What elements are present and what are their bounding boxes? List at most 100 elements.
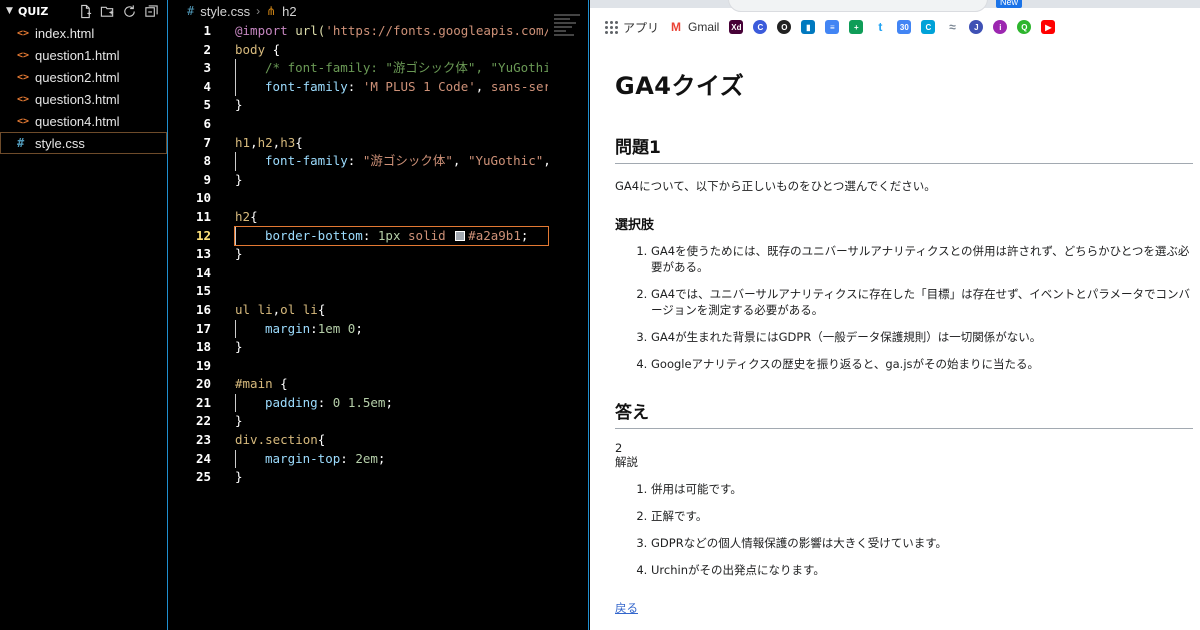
folder-title[interactable]: QUIZ: [18, 5, 77, 18]
html-file-icon: <>: [17, 27, 30, 39]
code-line[interactable]: 24 margin-top: 2em;: [169, 449, 588, 469]
bookmarks-bar: アプリ M Gmail Xd C O ▮ ≡ + t 30 C ≈ Ji Q ▶: [590, 14, 1200, 40]
code-line[interactable]: 11 h2{: [169, 208, 588, 227]
code-line[interactable]: 18}: [169, 338, 588, 357]
question-heading: 問題1: [615, 133, 1193, 164]
breadcrumb-symbol[interactable]: h2: [282, 4, 296, 19]
bookmark-item[interactable]: C: [753, 20, 768, 34]
file-item[interactable]: <> question4.html: [0, 110, 167, 132]
breadcrumb-file[interactable]: style.css: [200, 4, 250, 19]
code-line[interactable]: 7 h1,h2,h3{: [169, 134, 588, 153]
code-line[interactable]: 22}: [169, 412, 588, 431]
code-text: border-bottom: 1px solid #a2a9b1;: [234, 225, 549, 247]
bookmark-item[interactable]: アプリ: [604, 19, 659, 36]
code-text: }: [235, 468, 548, 487]
choice-item: GA4を使うためには、既存のユニバーサルアナリティクスとの併用は許されず、どちら…: [651, 243, 1193, 275]
bookmark-item[interactable]: M Gmail: [669, 20, 719, 34]
apps-grid-icon: [604, 20, 618, 34]
docs-icon: ≡: [825, 20, 840, 34]
indent-guide: [235, 152, 265, 171]
bookmark-item[interactable]: C: [921, 20, 936, 34]
code-line[interactable]: 14: [169, 264, 588, 283]
bookmark-item[interactable]: t: [873, 20, 887, 34]
html-file-icon: <>: [17, 71, 30, 83]
code-token: , sans-serif;: [543, 153, 548, 168]
code-line[interactable]: 15: [169, 282, 588, 301]
bookmark-item[interactable]: J: [969, 20, 984, 34]
bookmark-item[interactable]: ▮: [801, 20, 816, 34]
code-line[interactable]: 5}: [169, 96, 588, 115]
code-line[interactable]: 19: [169, 357, 588, 376]
code-token: 'M PLUS 1 Code': [362, 78, 476, 94]
collapse-all-icon[interactable]: [143, 3, 159, 19]
explanations-list: 併用は可能です。正解です。 GDPRなどの個人情報保護の影響は大きく受けています。…: [615, 481, 1193, 578]
file-item[interactable]: <> question2.html: [0, 66, 167, 88]
file-name: question4.html: [35, 113, 120, 129]
bookmark-item[interactable]: ≈: [945, 20, 959, 34]
chevron-down-icon[interactable]: ▼: [6, 6, 18, 16]
html-file-icon: <>: [17, 49, 30, 61]
code-text: }: [235, 96, 548, 115]
choice-item: Googleアナリティクスの歴史を振り返ると、ga.jsがその始まりに当たる。: [651, 356, 1193, 372]
file-item[interactable]: <> question1.html: [0, 44, 167, 66]
bookmark-item[interactable]: O: [777, 20, 792, 34]
bookmark-item[interactable]: i: [993, 20, 1008, 34]
address-bar[interactable]: [728, 0, 988, 12]
new-file-icon[interactable]: [77, 3, 93, 19]
code-token: #a2a9b1: [468, 227, 521, 243]
code-line[interactable]: 12 border-bottom: 1px solid #a2a9b1;: [169, 225, 588, 247]
code-line[interactable]: 17 margin:1em 0;: [169, 319, 588, 339]
chevron-right-icon: ›: [256, 4, 261, 18]
code-line[interactable]: 4 font-family: 'M PLUS 1 Code', sans-seri…: [169, 77, 588, 97]
code-line[interactable]: 23 div.section{: [169, 431, 588, 450]
code-token: :: [347, 78, 363, 94]
explanation-item: GDPRなどの個人情報保護の影響は大きく受けています。: [651, 535, 1193, 551]
file-item[interactable]: # style.css: [0, 132, 167, 154]
code-line[interactable]: 1 @import url('https://fonts.googleapis.c…: [169, 22, 588, 41]
code-text: /* font-family: "游ゴシック体", "YuGothic", sa…: [235, 59, 548, 78]
code-token: ;: [355, 320, 363, 336]
bookmark-item[interactable]: ≡: [825, 20, 840, 34]
code-line[interactable]: 10: [169, 189, 588, 208]
color-swatch[interactable]: [455, 230, 466, 241]
choice-item: GA4が生まれた背景にはGDPR（一般データ保護規則）は一切関係がない。: [651, 329, 1193, 345]
line-number: 10: [195, 190, 211, 206]
code-token: {: [250, 208, 258, 224]
bookmark-item[interactable]: Q: [1017, 20, 1032, 34]
bookmark-item[interactable]: ▶: [1041, 20, 1056, 34]
code-line[interactable]: 9}: [169, 171, 588, 190]
answer-heading: 答え: [615, 398, 1193, 429]
code-line[interactable]: 8 font-family: "游ゴシック体", "YuGothic", sans…: [169, 152, 588, 171]
code-line[interactable]: 25}: [169, 468, 588, 487]
code-text: h1,h2,h3{: [235, 134, 548, 153]
line-number: 18: [195, 339, 211, 355]
code-line[interactable]: 21 padding: 0 1.5em;: [169, 393, 588, 413]
bookmark-item[interactable]: +: [849, 20, 864, 34]
code-token: "YuGothic": [467, 153, 544, 169]
explanation-label: 解説: [615, 455, 638, 469]
code-line[interactable]: 6: [169, 115, 588, 134]
code-line[interactable]: 2 body {: [169, 41, 588, 60]
explanation-item: 正解です。: [651, 508, 1193, 524]
explorer-toolbar: [77, 3, 167, 19]
new-folder-icon[interactable]: [99, 3, 115, 19]
youtube-icon: ▶: [1041, 20, 1056, 34]
file-item[interactable]: <> question3.html: [0, 88, 167, 110]
css-file-icon: #: [187, 4, 195, 18]
line-number: 20: [195, 376, 211, 392]
line-number: 7: [203, 134, 211, 150]
indent-guide: [235, 319, 265, 339]
bookmark-item[interactable]: 30: [897, 20, 912, 34]
code-line[interactable]: 13}: [169, 245, 588, 264]
code-area[interactable]: 1 @import url('https://fonts.googleapis.c…: [169, 22, 588, 487]
calendar-icon: 30: [897, 20, 912, 34]
bookmark-item[interactable]: Xd: [729, 20, 744, 34]
code-line[interactable]: 3 /* font-family: "游ゴシック体", "YuGothic", s…: [169, 59, 588, 78]
indent-guide: [235, 226, 265, 246]
back-link[interactable]: 戻る: [615, 600, 638, 616]
code-line[interactable]: 16 ul li,ol li{: [169, 301, 588, 320]
code-line[interactable]: 20 #main {: [169, 375, 588, 394]
file-item[interactable]: <> index.html: [0, 22, 167, 44]
code-token: h1: [235, 134, 251, 150]
refresh-icon[interactable]: [121, 3, 137, 19]
